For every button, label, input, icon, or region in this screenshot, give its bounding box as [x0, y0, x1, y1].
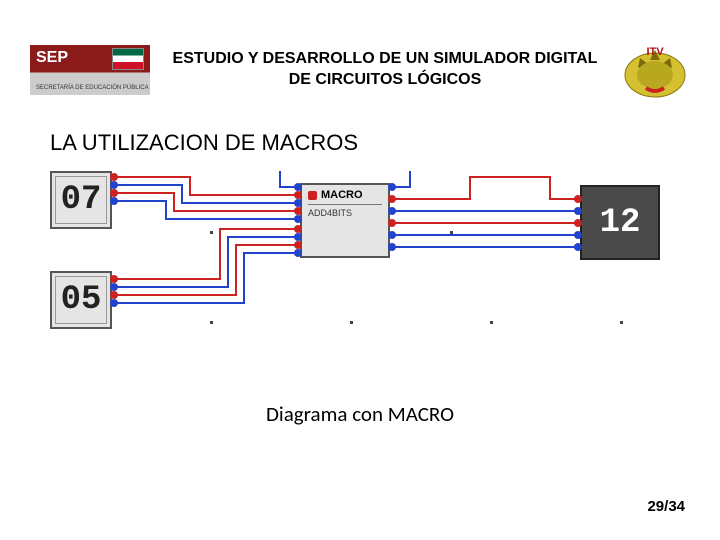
sep-logo: SEP SECRETARÍA DE EDUCACIÓN PÚBLICA — [30, 45, 150, 95]
page-number: 29/34 — [647, 498, 685, 515]
diagram-caption: Diagrama con MACRO — [0, 401, 720, 427]
pin — [294, 183, 302, 191]
pin — [388, 195, 396, 203]
pin — [388, 231, 396, 239]
title-line-1: ESTUDIO Y DESARROLLO DE UN SIMULADOR DIG… — [160, 49, 610, 70]
pin — [388, 219, 396, 227]
pin — [110, 189, 118, 197]
sep-logo-text: SEP — [36, 49, 68, 66]
divider — [308, 204, 382, 205]
input-display-b: 05 — [50, 271, 112, 329]
pin — [294, 225, 302, 233]
pin — [388, 243, 396, 251]
pin — [294, 233, 302, 241]
pin — [574, 219, 582, 227]
pin — [574, 243, 582, 251]
grid-dot — [210, 231, 213, 234]
page-current: 29 — [647, 498, 664, 515]
grid-dot — [490, 321, 493, 324]
grid-dot — [350, 321, 353, 324]
output-display: 12 — [580, 185, 660, 260]
grid-dot — [450, 231, 453, 234]
pin — [294, 241, 302, 249]
pin — [388, 183, 396, 191]
grid-dot — [210, 321, 213, 324]
pin — [110, 181, 118, 189]
input-a-value: 07 — [61, 181, 102, 219]
pin — [110, 299, 118, 307]
input-display-a: 07 — [50, 171, 112, 229]
pin — [574, 195, 582, 203]
slide-header: SEP SECRETARÍA DE EDUCACIÓN PÚBLICA ESTU… — [0, 0, 720, 110]
grid-dot — [620, 321, 623, 324]
pin — [574, 231, 582, 239]
macro-subtitle: ADD4BITS — [308, 208, 382, 218]
pin — [110, 197, 118, 205]
sep-logo-subtext: SECRETARÍA DE EDUCACIÓN PÚBLICA — [36, 85, 149, 91]
pin — [294, 249, 302, 257]
macro-title: MACRO — [308, 189, 382, 201]
macro-block: MACRO ADD4BITS — [300, 183, 390, 258]
pin — [110, 173, 118, 181]
title-line-2: DE CIRCUITOS LÓGICOS — [160, 70, 610, 91]
itv-logo-text: ITV — [646, 46, 664, 58]
itv-logo: ITV — [620, 40, 690, 100]
pin — [294, 207, 302, 215]
pin — [294, 199, 302, 207]
output-value: 12 — [600, 204, 641, 242]
input-b-value: 05 — [61, 281, 102, 319]
pin — [388, 207, 396, 215]
page-total: 34 — [668, 498, 685, 515]
pin — [574, 207, 582, 215]
pin — [294, 191, 302, 199]
slide-title: ESTUDIO Y DESARROLLO DE UN SIMULADOR DIG… — [160, 49, 610, 91]
pin — [294, 215, 302, 223]
pin — [110, 283, 118, 291]
circuit-diagram: 07 05 MACRO ADD4BITS 12 — [50, 171, 670, 371]
pin — [110, 291, 118, 299]
pin — [110, 275, 118, 283]
section-title: LA UTILIZACION DE MACROS — [0, 110, 720, 171]
